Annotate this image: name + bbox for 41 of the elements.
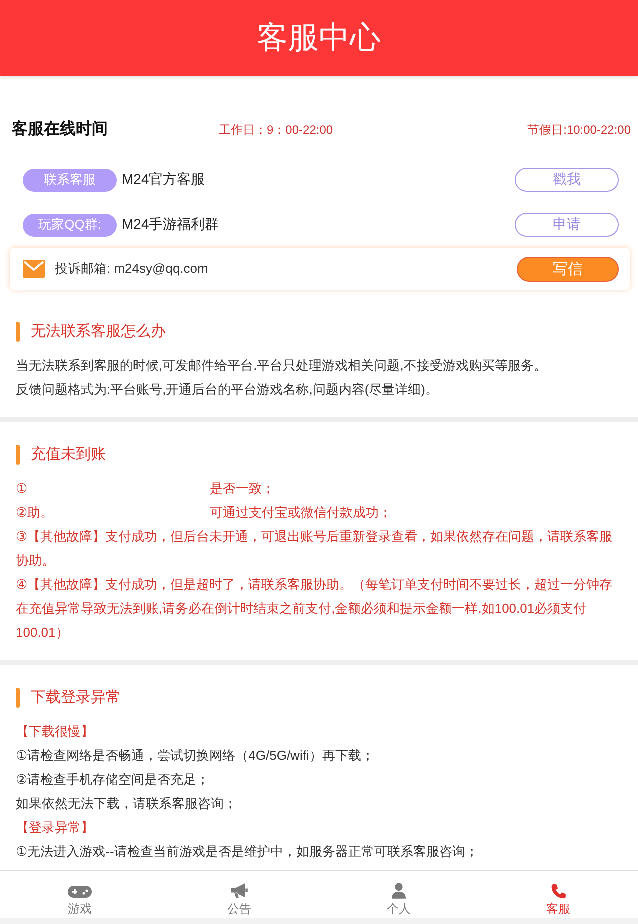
contact-tag: 玩家QQ群: (23, 214, 117, 236)
megaphone-icon (230, 883, 248, 899)
paragraph-text: 如果依然无法下载，请联系客服咨询； (16, 795, 238, 813)
write-letter-button[interactable]: 写信 (517, 256, 619, 282)
title-marker-icon (16, 688, 20, 708)
nav-tab[interactable]: 公告 (209, 871, 270, 916)
section-heading: 下载登录异常 (31, 688, 121, 708)
contact-button[interactable]: 戳我 (515, 168, 619, 192)
partial-text: 是否一致； (210, 480, 276, 498)
page-title: 客服中心 (257, 19, 381, 57)
contact-name: M24手游福利群 (122, 216, 220, 234)
partial-text: ②助。 (16, 504, 55, 522)
workday-hours: 工作日：9：00-22:00 (219, 122, 334, 139)
contact-button[interactable]: 申请 (515, 213, 619, 237)
paragraph-text: ①请检查网络是否畅通，尝试切换网络（4G/5G/wifi）再下载； (16, 747, 376, 765)
paragraph-text: ③【其他故障】支付成功，但后台未开通，可退出账号后重新登录查看，如果依然存在问题，请联系客服协助。 (16, 528, 614, 570)
person-icon (392, 883, 406, 899)
nav-tab[interactable]: 个人 (368, 871, 429, 916)
holiday-hours: 节假日:10:00-22:00 (528, 122, 631, 139)
paragraph-text: 反馈问题格式为:平台账号,开通后台的平台游戏名称,问题内容(尽量详细)。 (16, 381, 440, 399)
partial-text: 可通过支付宝或微信付款成功； (210, 504, 393, 522)
subheading-text: 【下载很慢】 (16, 723, 95, 741)
phone-icon (550, 884, 566, 899)
complaint-email: 投诉邮箱: m24sy@qq.com (55, 260, 208, 278)
paragraph-text: 当无法联系到客服的时候,可发邮件给平台.平台只处理游戏相关问题,不接受游戏购买等服务。 (16, 357, 548, 375)
nav-tab[interactable]: 客服 (528, 871, 588, 916)
section-heading: 无法联系客服怎么办 (31, 322, 166, 342)
paragraph-text: ①无法进入游戏--请检查当前游戏是否是维护中，如服务器正常可联系客服咨询； (16, 843, 480, 861)
title-marker-icon (16, 445, 20, 465)
subheading-text: 【登录异常】 (16, 819, 95, 837)
partial-text: ① (16, 480, 29, 498)
section-title: 客服在线时间 (12, 120, 109, 140)
title-marker-icon (16, 322, 20, 342)
envelope-icon (23, 260, 45, 278)
paragraph-text: ④【其他故障】支付成功，但是超时了，请联系客服协助。（每笔订单支付时间不要过长，超过一分钟存在充值异常导致无法到账,请务必在倒计时结束之前支付,金额必须和提示金额一样.如100.01必须支付100.01） (16, 576, 614, 642)
section-heading: 充值未到账 (31, 445, 106, 465)
contact-name: M24官方客服 (122, 171, 206, 189)
contact-tag: 联系客服 (23, 168, 117, 192)
paragraph-text: ②请检查手机存储空间是否充足； (16, 771, 211, 789)
nav-tab[interactable]: 游戏 (50, 871, 110, 916)
gamepad-icon (68, 885, 92, 899)
